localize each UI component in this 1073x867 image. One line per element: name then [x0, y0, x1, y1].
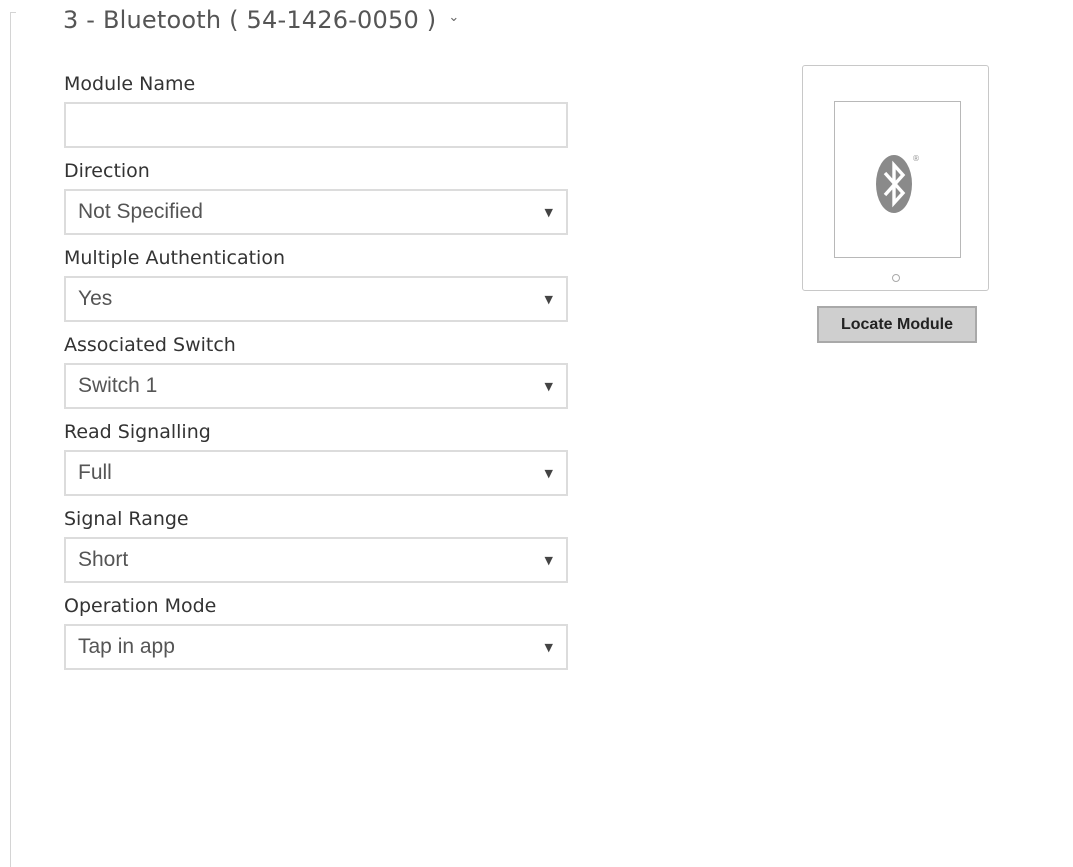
dropdown-arrow-icon: ▼ [544, 641, 553, 654]
direction-value: Not Specified [78, 200, 203, 223]
associated-switch-value: Switch 1 [78, 374, 158, 397]
direction-label: Direction [64, 160, 150, 182]
read-signalling-value: Full [78, 461, 112, 484]
multiple-authentication-label: Multiple Authentication [64, 247, 285, 269]
section-title: 3 - Bluetooth ( 54-1426-0050 ) [63, 6, 437, 34]
multiple-authentication-value: Yes [78, 287, 113, 310]
module-name-input[interactable] [64, 102, 568, 148]
locate-module-button[interactable]: Locate Module [817, 306, 977, 343]
dropdown-arrow-icon: ▼ [544, 206, 553, 219]
read-signalling-label: Read Signalling [64, 421, 211, 443]
dropdown-arrow-icon: ▼ [544, 467, 553, 480]
direction-select[interactable]: Not Specified ▼ [64, 189, 568, 235]
section-header[interactable]: 3 - Bluetooth ( 54-1426-0050 ) ⌄ [63, 2, 459, 38]
module-settings-form: Module Name Direction Not Specified ▼ Mu… [64, 66, 568, 670]
bluetooth-icon: ® [876, 154, 920, 213]
read-signalling-select[interactable]: Full ▼ [64, 450, 568, 496]
associated-switch-label: Associated Switch [64, 334, 236, 356]
module-name-label: Module Name [64, 73, 196, 95]
operation-mode-label: Operation Mode [64, 595, 217, 617]
module-screen: ® [834, 101, 961, 258]
multiple-authentication-select[interactable]: Yes ▼ [64, 276, 568, 322]
status-led-icon [892, 274, 900, 282]
dropdown-arrow-icon: ▼ [544, 380, 553, 393]
dropdown-arrow-icon: ▼ [544, 293, 553, 306]
module-preview: ® [802, 65, 989, 291]
operation-mode-value: Tap in app [78, 635, 175, 658]
signal-range-select[interactable]: Short ▼ [64, 537, 568, 583]
operation-mode-select[interactable]: Tap in app ▼ [64, 624, 568, 670]
registered-mark: ® [912, 154, 920, 163]
dropdown-arrow-icon: ▼ [544, 554, 553, 567]
associated-switch-select[interactable]: Switch 1 ▼ [64, 363, 568, 409]
signal-range-value: Short [78, 548, 129, 571]
signal-range-label: Signal Range [64, 508, 189, 530]
chevron-down-icon[interactable]: ⌄ [448, 0, 459, 36]
section-bracket [10, 12, 16, 867]
